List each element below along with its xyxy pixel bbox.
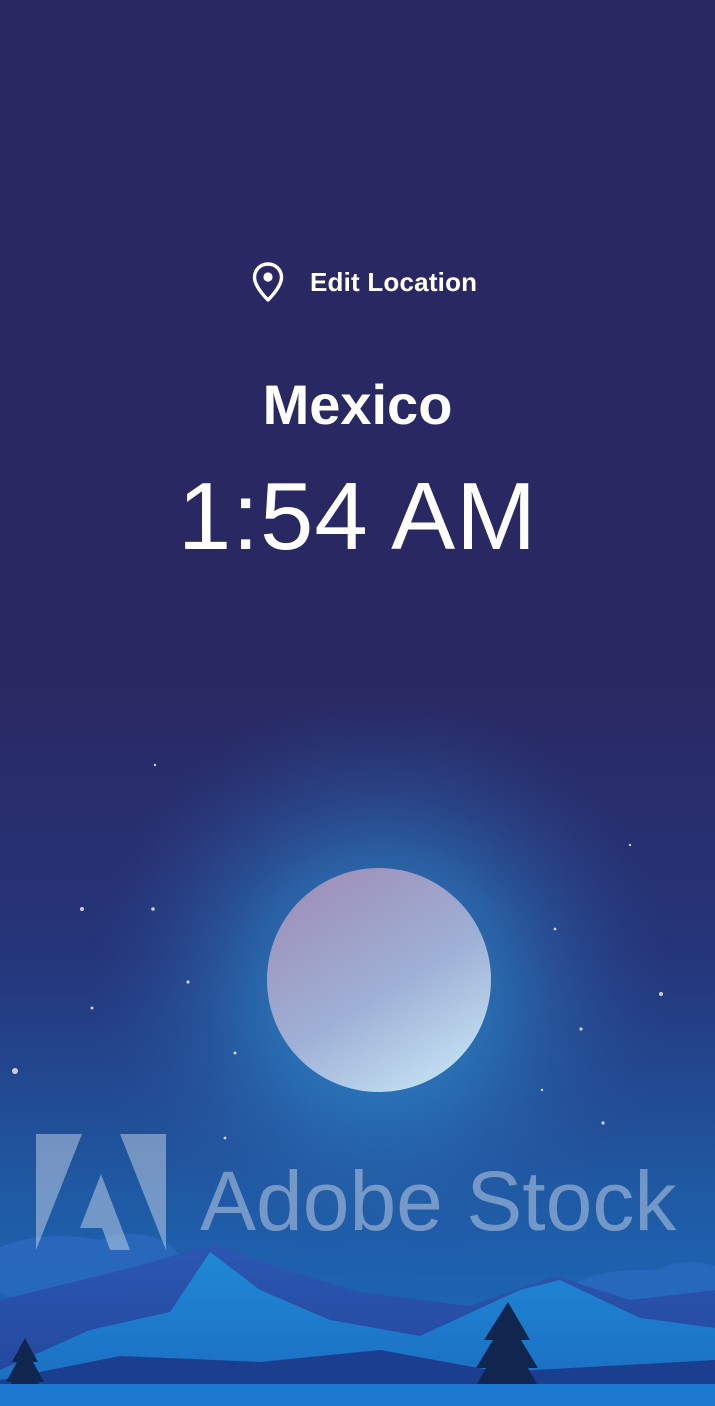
adobe-stock-watermark: Adobe Stock: [36, 1134, 676, 1250]
edit-location-label: Edit Location: [310, 266, 478, 297]
current-time: 1:54 AM: [177, 463, 538, 570]
map-pin-icon: [250, 259, 286, 305]
edit-location-button[interactable]: Edit Location: [250, 258, 477, 306]
adobe-logo-icon: [36, 1134, 166, 1250]
watermark-text: Adobe Stock: [200, 1154, 677, 1248]
city-name: Mexico: [262, 373, 453, 436]
app-screen: Edit Location Mexico 1:54 AM Adobe Stock: [0, 0, 715, 1406]
